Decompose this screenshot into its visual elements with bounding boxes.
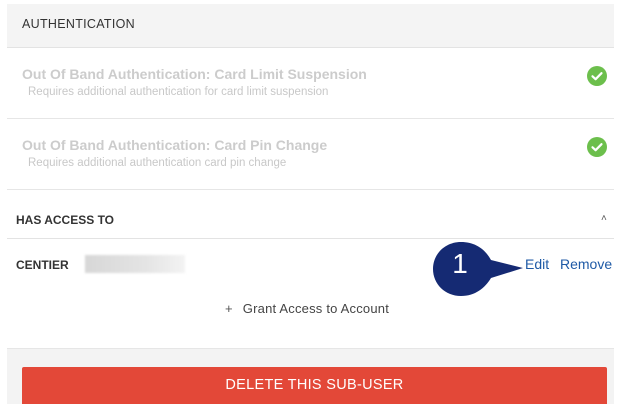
auth-item-title: Out Of Band Authentication: Card Limit S… [22, 66, 367, 82]
authentication-section-header: AUTHENTICATION [7, 4, 614, 48]
delete-sub-user-button[interactable]: DELETE THIS SUB-USER [22, 367, 607, 404]
grant-access-label: Grant Access to Account [242, 301, 390, 316]
remove-access-link[interactable]: Remove [560, 256, 612, 272]
has-access-section-header[interactable]: HAS ACCESS TO ˄ [7, 203, 614, 239]
edit-access-link[interactable]: Edit [525, 256, 549, 272]
auth-item-title: Out Of Band Authentication: Card Pin Cha… [22, 137, 328, 153]
has-access-header-label: HAS ACCESS TO [16, 213, 115, 227]
check-circle-icon [587, 137, 607, 157]
account-name: CENTIER [16, 258, 69, 272]
authentication-header-label: AUTHENTICATION [22, 17, 135, 31]
panel-footer: DELETE THIS SUB-USER [7, 349, 614, 404]
auth-item-description: Requires additional authentication for c… [28, 86, 329, 98]
chevron-up-icon[interactable]: ˄ [601, 213, 607, 224]
sub-user-panel: AUTHENTICATION Out Of Band Authenticatio… [7, 4, 614, 404]
plus-icon: + [225, 301, 233, 316]
grant-access-button[interactable]: + Grant Access to Account [225, 301, 389, 316]
auth-item-card-pin-change: Out Of Band Authentication: Card Pin Cha… [7, 119, 614, 190]
auth-item-description: Requires additional authentication card … [28, 157, 287, 169]
redacted-account-number [85, 255, 185, 273]
step-callout-number: 1 [452, 248, 468, 279]
check-circle-icon [587, 66, 607, 86]
auth-item-card-limit-suspension: Out Of Band Authentication: Card Limit S… [7, 48, 614, 119]
